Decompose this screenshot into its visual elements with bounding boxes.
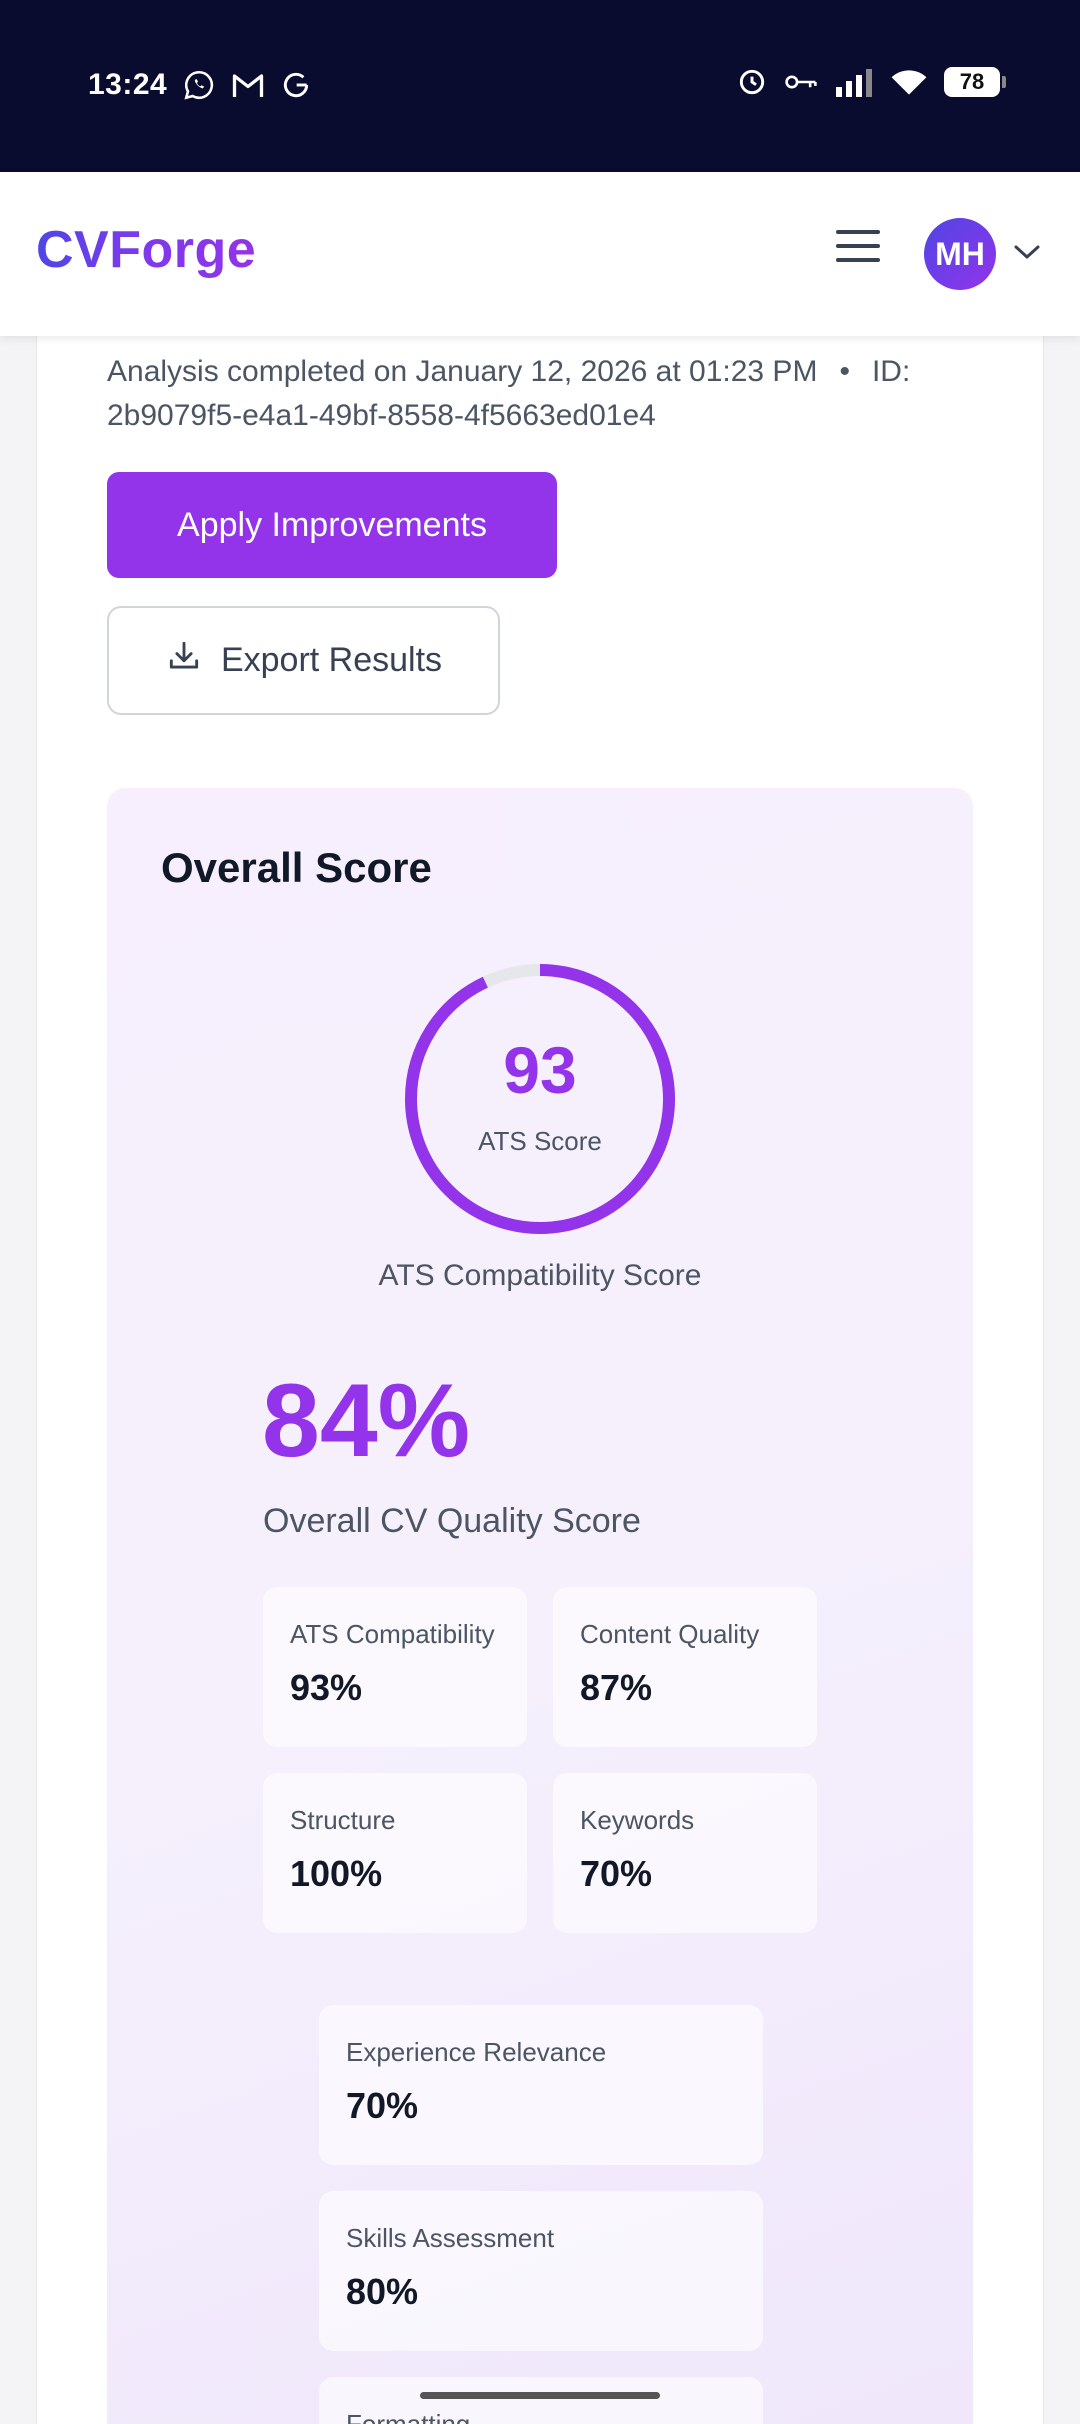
app-header: CVForge MH <box>0 172 1080 336</box>
g-icon <box>280 69 312 101</box>
metric-value: 87% <box>580 1667 653 1708</box>
alarm-icon <box>736 66 768 98</box>
metric-card: Keywords 70% <box>553 1773 817 1933</box>
ats-compatibility-caption: ATS Compatibility Score <box>378 1259 702 1292</box>
app-logo[interactable]: CVForge <box>36 220 256 280</box>
overall-score-title: Overall Score <box>161 844 432 891</box>
analysis-date: Analysis completed on January 12, 2026 a… <box>107 355 818 388</box>
detail-label: Formatting <box>346 2409 471 2424</box>
home-indicator[interactable] <box>420 2392 660 2399</box>
metric-label: Content Quality <box>580 1619 760 1649</box>
detail-card: Experience Relevance 70% <box>319 2005 763 2165</box>
detail-value: 70% <box>346 2085 419 2126</box>
status-bar: 13:24 78 <box>0 0 1080 172</box>
analysis-meta: Analysis completed on January 12, 2026 a… <box>107 350 987 438</box>
detail-card: Skills Assessment 80% <box>319 2191 763 2351</box>
metric-label: Structure <box>290 1805 396 1835</box>
metric-card: Structure 100% <box>263 1773 527 1933</box>
signal-icon <box>834 67 874 97</box>
chevron-down-icon[interactable] <box>1012 242 1042 267</box>
overall-quality-percent: 84% <box>262 1363 471 1479</box>
notification-icons <box>182 68 312 102</box>
metric-value: 70% <box>580 1853 653 1894</box>
status-time: 13:24 <box>88 68 168 101</box>
metric-value: 100% <box>290 1853 383 1894</box>
metric-card: ATS Compatibility 93% <box>263 1587 527 1747</box>
whatsapp-icon <box>182 68 216 102</box>
battery-icon: 78 <box>944 67 1006 97</box>
avatar[interactable]: MH <box>924 218 996 290</box>
meta-separator: • <box>839 355 850 388</box>
download-icon <box>165 637 203 684</box>
ats-score-value: 93 <box>503 1033 577 1107</box>
wifi-icon <box>890 67 928 97</box>
metric-card: Content Quality 87% <box>553 1587 817 1747</box>
metric-label: Keywords <box>580 1805 695 1835</box>
ats-score-label: ATS Score <box>478 1126 602 1156</box>
system-icons: 78 <box>736 66 1006 98</box>
overall-quality-label: Overall CV Quality Score <box>263 1502 641 1540</box>
hamburger-menu-icon[interactable] <box>834 224 882 268</box>
export-results-label: Export Results <box>220 641 443 679</box>
metric-label: ATS Compatibility <box>290 1619 495 1649</box>
detail-value: 80% <box>346 2271 419 2312</box>
apply-improvements-button[interactable]: Apply Improvements <box>107 472 557 578</box>
detail-label: Skills Assessment <box>346 2223 555 2253</box>
export-results-button[interactable]: Export Results <box>107 606 500 715</box>
metric-value: 93% <box>290 1667 363 1708</box>
detail-card: Formatting <box>319 2377 763 2424</box>
gmail-icon <box>230 70 266 100</box>
key-icon <box>784 70 818 94</box>
detail-label: Experience Relevance <box>346 2037 607 2067</box>
